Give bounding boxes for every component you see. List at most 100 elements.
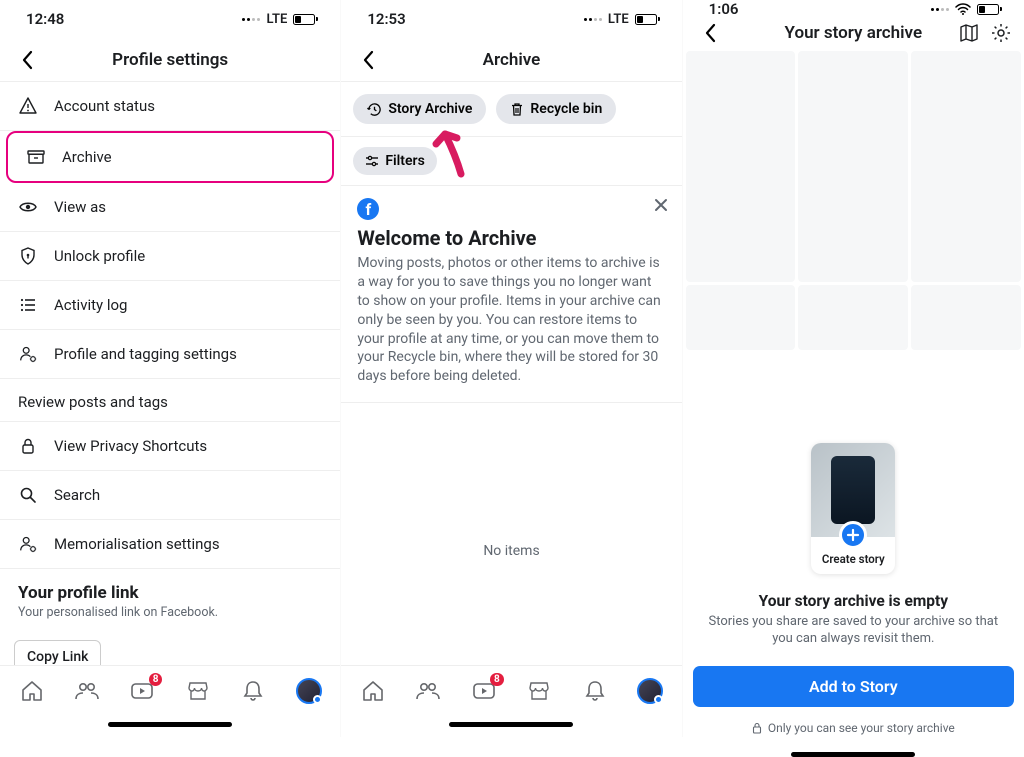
signal-icon [584,18,602,21]
lock-icon [18,436,38,456]
story-grid-tile [686,285,796,351]
profile-link-title: Your profile link [18,583,322,603]
nav-header: Archive [341,38,681,82]
watch-badge: 8 [490,673,504,686]
section-head-review: Review posts and tags [0,379,340,422]
network-label: LTE [266,12,287,27]
pill-label: Filters [385,153,424,169]
tab-bar: 8 [0,665,340,715]
history-icon [367,102,382,117]
close-button[interactable] [652,196,670,214]
story-grid-tile [911,51,1021,282]
shield-icon [18,246,38,266]
facebook-logo-icon: f [357,198,379,220]
user-gear-icon [18,534,38,554]
story-grid-tile [798,285,908,351]
tab-bar: 8 [341,665,681,715]
status-bar: 12:48 LTE [0,0,340,38]
menu-item-profile-tagging[interactable]: Profile and tagging settings [0,330,340,379]
back-button[interactable] [353,45,383,75]
back-button[interactable] [695,18,725,48]
back-button[interactable] [12,45,42,75]
recycle-bin-pill[interactable]: Recycle bin [496,94,616,124]
map-icon[interactable] [958,22,980,44]
story-archive-pill[interactable]: Story Archive [353,94,486,124]
battery-icon [977,4,1002,15]
story-grid-tile [686,51,796,282]
menu-item-label: Profile and tagging settings [54,345,237,363]
menu-item-memorialisation[interactable]: Memorialisation settings [0,520,340,569]
watch-badge: 8 [149,673,163,686]
privacy-note: Only you can see your story archive [683,715,1024,745]
status-bar: 1:06 [683,0,1024,18]
copy-link-button[interactable]: Copy Link [14,640,101,665]
tab-watch[interactable]: 8 [469,676,499,706]
empty-state: Your story archive is empty Stories you … [683,574,1024,658]
signal-icon [242,18,260,21]
status-time: 12:48 [26,10,64,28]
menu-item-view-as[interactable]: View as [0,183,340,232]
screen-profile-settings: 12:48 LTE Profile settings Account statu… [0,0,341,737]
battery-icon [293,14,318,25]
empty-title: Your story archive is empty [705,592,1002,610]
network-label: LTE [608,12,629,27]
status-time: 12:53 [367,10,405,28]
avatar-icon [296,678,322,704]
tab-notifications[interactable] [238,676,268,706]
menu-item-label: Search [54,486,100,504]
menu-item-account-status[interactable]: Account status [0,82,340,131]
tab-friends[interactable] [413,676,443,706]
menu-item-privacy-shortcuts[interactable]: View Privacy Shortcuts [0,422,340,471]
plus-icon [839,521,867,549]
privacy-note-text: Only you can see your story archive [768,721,955,735]
create-story-card[interactable]: Create story [811,443,895,574]
menu-item-label: Archive [62,148,112,166]
signal-icon [931,8,949,11]
menu-item-archive[interactable]: Archive [8,133,332,181]
warning-icon [18,96,38,116]
welcome-body: Moving posts, photos or other items to a… [357,254,665,386]
tab-home[interactable] [17,676,47,706]
menu-item-archive-highlighted: Archive [6,131,334,183]
tab-marketplace[interactable] [524,676,554,706]
welcome-card: f Welcome to Archive Moving posts, photo… [341,186,681,403]
pill-label: Story Archive [388,101,472,117]
home-indicator[interactable] [683,745,1024,757]
trash-icon [510,102,524,117]
home-indicator[interactable] [341,715,681,737]
status-bar: 12:53 LTE [341,0,681,38]
list-icon [18,295,38,315]
tab-notifications[interactable] [580,676,610,706]
welcome-title: Welcome to Archive [357,226,665,250]
avatar-icon [637,678,663,704]
menu-item-activity-log[interactable]: Activity log [0,281,340,330]
tab-watch[interactable]: 8 [127,676,157,706]
menu-item-label: Activity log [54,296,127,314]
profile-link-block: Your profile link Your personalised link… [0,569,340,626]
menu-item-label: Unlock profile [54,247,145,265]
tab-menu-avatar[interactable] [294,676,324,706]
page-title: Profile settings [0,50,340,70]
tab-friends[interactable] [72,676,102,706]
page-title: Archive [341,50,681,70]
eye-icon [18,197,38,217]
menu-item-search[interactable]: Search [0,471,340,520]
menu-item-unlock-profile[interactable]: Unlock profile [0,232,340,281]
tab-menu-avatar[interactable] [635,676,665,706]
tab-marketplace[interactable] [183,676,213,706]
status-time: 1:06 [709,0,739,18]
filters-button[interactable]: Filters [353,147,436,175]
sliders-icon [365,154,379,168]
add-to-story-button[interactable]: Add to Story [693,666,1014,707]
lock-icon [752,722,762,734]
tab-home[interactable] [358,676,388,706]
menu-item-label: View as [54,198,106,216]
menu-item-label: Account status [54,97,155,115]
gear-icon[interactable] [990,22,1012,44]
no-items-label: No items [341,543,681,559]
home-indicator[interactable] [0,715,340,737]
wifi-icon [955,3,971,15]
screen-archive: 12:53 LTE Archive Story Archive [341,0,682,737]
menu-item-label: View Privacy Shortcuts [54,437,207,455]
archive-icon [26,147,46,167]
